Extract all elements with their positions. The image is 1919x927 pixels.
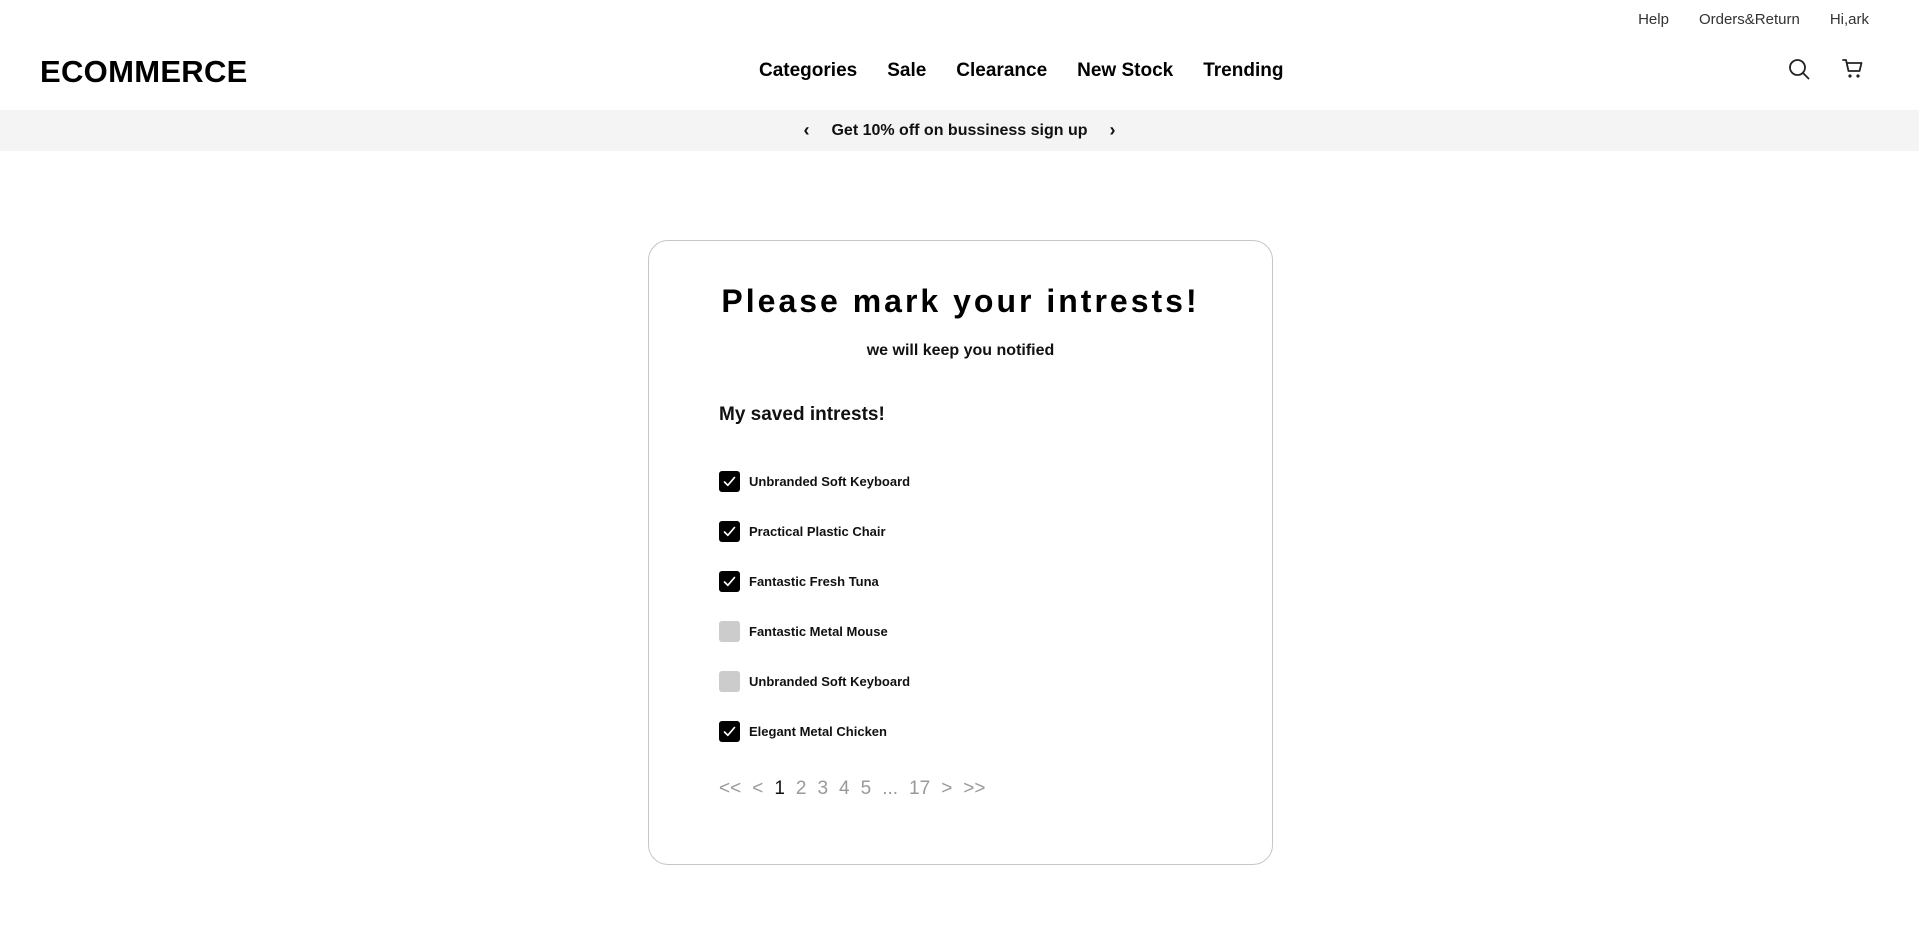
nav-item-trending[interactable]: Trending — [1203, 60, 1283, 82]
top-links: Help Orders&Return Hi,ark — [1638, 11, 1869, 28]
interests-card: Please mark your intrests! we will keep … — [648, 240, 1273, 865]
cart-icon[interactable] — [1841, 57, 1865, 81]
interest-checkbox[interactable] — [719, 570, 740, 592]
page-number[interactable]: 1 — [774, 778, 785, 800]
page-number[interactable]: 5 — [861, 778, 872, 800]
interest-checkbox[interactable] — [719, 620, 740, 642]
interest-item: Elegant Metal Chicken — [719, 706, 910, 756]
promo-prev-button[interactable]: ‹ — [803, 120, 809, 141]
header-icons — [1787, 57, 1865, 81]
nav-item-clearance[interactable]: Clearance — [956, 60, 1047, 82]
orders-return-link[interactable]: Orders&Return — [1699, 11, 1800, 28]
interest-label[interactable]: Fantastic Metal Mouse — [749, 624, 888, 639]
search-icon[interactable] — [1787, 57, 1811, 81]
interest-item: Practical Plastic Chair — [719, 506, 910, 556]
promo-next-button[interactable]: › — [1110, 120, 1116, 141]
nav-item-new-stock[interactable]: New Stock — [1077, 60, 1173, 82]
nav-item-categories[interactable]: Categories — [759, 60, 857, 82]
card-subtitle: we will keep you notified — [866, 342, 1055, 359]
page-ellipsis: ... — [882, 778, 899, 799]
page-number[interactable]: 4 — [839, 778, 850, 800]
user-greeting-link[interactable]: Hi,ark — [1830, 11, 1869, 28]
top-utility-bar: Help Orders&Return Hi,ark — [0, 0, 1919, 40]
interest-label[interactable]: Unbranded Soft Keyboard — [749, 474, 910, 489]
main-nav: Categories Sale Clearance New Stock Tren… — [759, 60, 1283, 82]
promo-banner: ‹ Get 10% off on bussiness sign up › — [0, 110, 1919, 151]
nav-item-sale[interactable]: Sale — [887, 60, 926, 82]
interest-item: Fantastic Fresh Tuna — [719, 556, 910, 606]
pagination: << < 1 2 3 4 5 ... 17 > >> — [719, 778, 986, 800]
interest-checkbox[interactable] — [719, 520, 740, 542]
page-number-last[interactable]: 17 — [909, 778, 930, 800]
interest-checkbox[interactable] — [719, 720, 740, 742]
page-last-button[interactable]: >> — [963, 778, 985, 800]
interest-checkbox[interactable] — [719, 670, 740, 692]
promo-text: Get 10% off on bussiness sign up — [831, 121, 1088, 139]
check-icon — [723, 476, 736, 486]
interest-label[interactable]: Elegant Metal Chicken — [749, 724, 887, 739]
main-header: ECOMMERCE Categories Sale Clearance New … — [0, 40, 1919, 110]
interest-checkbox[interactable] — [719, 470, 740, 492]
interest-list: Unbranded Soft Keyboard Practical Plasti… — [719, 456, 910, 756]
page-prev-button[interactable]: < — [752, 778, 763, 800]
check-icon — [723, 526, 736, 536]
check-icon — [723, 726, 736, 736]
page-number[interactable]: 2 — [796, 778, 807, 800]
page-first-button[interactable]: << — [719, 778, 741, 800]
page-next-button[interactable]: > — [941, 778, 952, 800]
interest-label[interactable]: Fantastic Fresh Tuna — [749, 574, 879, 589]
interest-item: Unbranded Soft Keyboard — [719, 656, 910, 706]
page-number[interactable]: 3 — [817, 778, 828, 800]
help-link[interactable]: Help — [1638, 11, 1669, 28]
check-icon — [723, 576, 736, 586]
saved-interests-heading: My saved intrests! — [719, 404, 885, 425]
card-title: Please mark your intrests! — [721, 283, 1200, 319]
interest-label[interactable]: Unbranded Soft Keyboard — [749, 674, 910, 689]
interest-item: Unbranded Soft Keyboard — [719, 456, 910, 506]
interest-item: Fantastic Metal Mouse — [719, 606, 910, 656]
interest-label[interactable]: Practical Plastic Chair — [749, 524, 886, 539]
brand-logo[interactable]: ECOMMERCE — [40, 54, 248, 90]
